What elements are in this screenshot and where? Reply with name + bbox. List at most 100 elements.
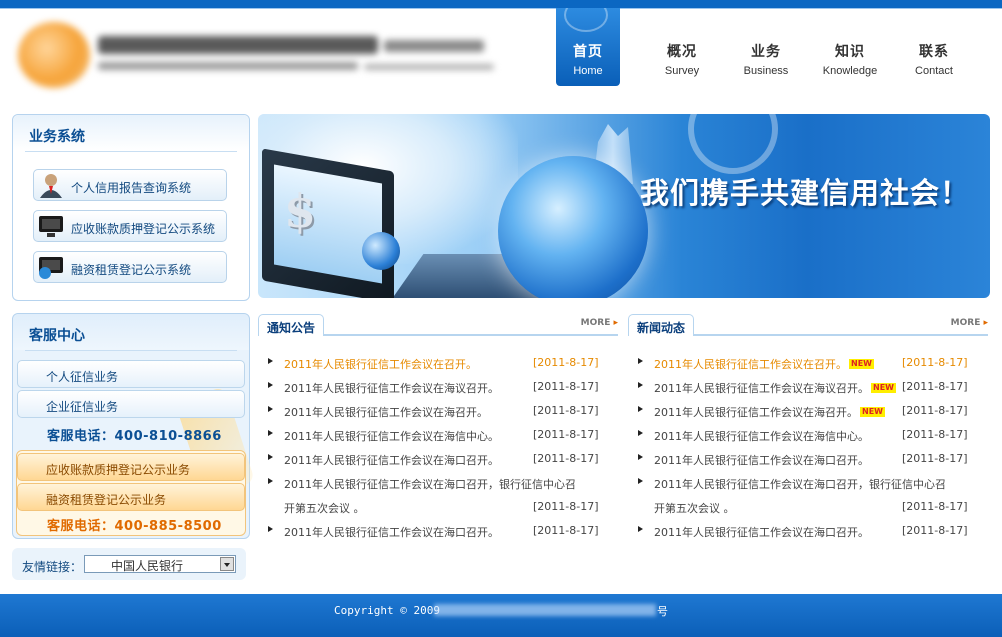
- news-title: 新闻动态: [628, 314, 695, 336]
- nav-label: 首页: [573, 44, 603, 60]
- nav-home[interactable]: 首页 Home: [556, 8, 620, 86]
- news-date: [2011-8-17]: [902, 356, 968, 369]
- notice-date: [2011-8-17]: [533, 404, 599, 417]
- nav-survey[interactable]: 概况 Survey: [640, 8, 724, 86]
- business-panel-title: 业务系统: [13, 115, 249, 151]
- svc-receivables-button[interactable]: 应收账款质押登记公示业务: [17, 453, 245, 481]
- notice-title-link[interactable]: 2011年人民银行征信工作会议在召开。: [284, 356, 477, 372]
- biz-credit-report-button[interactable]: 个人信用报告查询系统: [33, 169, 227, 201]
- bullet-icon: [268, 454, 273, 460]
- bullet-icon: [268, 478, 273, 484]
- news-date: [2011-8-17]: [902, 524, 968, 537]
- nav-knowledge[interactable]: 知识 Knowledge: [808, 8, 892, 86]
- service-panel: 客服中心 个人征信业务 企业征信业务 客服电话：400-810-8866 应收账…: [12, 313, 256, 539]
- new-badge: NEW: [849, 359, 874, 369]
- news-more-link[interactable]: MORE: [951, 318, 988, 328]
- biz-receivables-button[interactable]: 应收账款质押登记公示系统: [33, 210, 227, 242]
- blue-hotline: 客服电话：400-810-8866: [47, 429, 222, 444]
- banner-slogan: 我们携手共建信用社会！: [640, 176, 971, 210]
- news-title-link[interactable]: 2011年人民银行征信工作会议在海召开。 NEW: [654, 404, 885, 420]
- news-date: [2011-8-17]: [902, 428, 968, 441]
- bullet-icon: [268, 382, 273, 388]
- notice-title-link[interactable]: 2011年人民银行征信工作会议在海口召开。: [284, 452, 499, 468]
- notice-title-link[interactable]: 2011年人民银行征信工作会议在海口召开。: [284, 524, 499, 540]
- news-date: [2011-8-17]: [902, 404, 968, 417]
- bullet-icon: [638, 406, 643, 412]
- notice-date: [2011-8-17]: [533, 356, 599, 369]
- redacted-text: [434, 604, 656, 616]
- notice-date: [2011-8-17]: [533, 452, 599, 465]
- svc-label: 融资租赁登记公示业务: [46, 493, 167, 507]
- notice-title-link[interactable]: 2011年人民银行征信工作会议在海信中心。: [284, 428, 499, 444]
- svc-personal-credit-button[interactable]: 个人征信业务: [17, 360, 245, 388]
- bullet-icon: [638, 526, 643, 532]
- nav-label: 业务: [751, 44, 781, 60]
- friend-links-label: 友情链接：: [22, 560, 83, 574]
- bullet-icon: [638, 430, 643, 436]
- notice-more-link[interactable]: MORE: [581, 318, 618, 328]
- nav-sublabel: Business: [743, 65, 789, 77]
- site-footer: Copyright © 2009 号: [0, 594, 1002, 637]
- notice-date: [2011-8-17]: [533, 500, 599, 513]
- monitor-graphic: [262, 148, 394, 298]
- bullet-icon: [638, 478, 643, 484]
- monitor-icon: [39, 216, 63, 237]
- svc-leasing-button[interactable]: 融资租赁登记公示业务: [17, 483, 245, 511]
- nav-sublabel: Survey: [664, 65, 700, 77]
- svc-label: 个人征信业务: [46, 370, 119, 384]
- new-badge: NEW: [860, 407, 885, 417]
- nav-label: 知识: [835, 44, 865, 60]
- nav-sublabel: Home: [573, 65, 603, 77]
- bullet-icon: [268, 406, 273, 412]
- monitor-globe-icon: [39, 257, 63, 279]
- orange-hotline: 客服电话：400-885-8500: [47, 519, 222, 534]
- nav-label: 联系: [919, 44, 949, 60]
- notice-title-link-line2[interactable]: 开第五次会议 。: [284, 500, 365, 516]
- site-logo[interactable]: [14, 18, 494, 90]
- bullet-icon: [638, 382, 643, 388]
- service-panel-title: 客服中心: [13, 314, 249, 350]
- news-date: [2011-8-17]: [902, 452, 968, 465]
- news-title-link[interactable]: 2011年人民银行征信工作会议在海口召开。: [654, 524, 869, 540]
- news-title-link[interactable]: 2011年人民银行征信工作会议在海信中心。: [654, 428, 869, 444]
- nav-contact[interactable]: 联系 Contact: [892, 8, 976, 86]
- news-title-link-line2[interactable]: 开第五次会议 。: [654, 500, 735, 516]
- bullet-icon: [268, 526, 273, 532]
- top-bar: [0, 0, 1002, 8]
- news-title-link[interactable]: 2011年人民银行征信工作会议在召开。 NEW: [654, 356, 874, 372]
- notice-title-link[interactable]: 2011年人民银行征信工作会议在海议召开。: [284, 380, 499, 396]
- notice-title: 通知公告: [258, 314, 325, 336]
- notice-date: [2011-8-17]: [533, 524, 599, 537]
- main-nav: 首页 Home 概况 Survey 业务 Business 知识 Knowled…: [556, 8, 976, 86]
- bullet-icon: [268, 430, 273, 436]
- friend-links-select[interactable]: 中国人民银行: [84, 555, 236, 573]
- notice-date: [2011-8-17]: [533, 380, 599, 393]
- bullet-icon: [638, 358, 643, 364]
- chevron-down-icon[interactable]: [220, 557, 234, 571]
- select-value: 中国人民银行: [111, 559, 184, 573]
- globe-icon: [498, 156, 648, 298]
- news-title-link[interactable]: 2011年人民银行征信工作会议在海口召开，银行征信中心召: [654, 476, 946, 492]
- new-badge: NEW: [871, 383, 896, 393]
- small-globe-icon: [362, 232, 400, 270]
- nav-sublabel: Knowledge: [822, 65, 878, 77]
- notice-title-link[interactable]: 2011年人民银行征信工作会议在海口召开，银行征信中心召: [284, 476, 576, 492]
- news-date: [2011-8-17]: [902, 500, 968, 513]
- dollar-icon: $: [284, 184, 317, 238]
- bullet-icon: [638, 454, 643, 460]
- hero-banner: $ 我们携手共建信用社会！: [258, 114, 990, 298]
- copyright-text: Copyright © 2009: [334, 604, 440, 617]
- business-panel: 业务系统 个人信用报告查询系统 应收账款质押登记公示系统 融资租赁登记公示系统: [12, 114, 250, 301]
- nav-business[interactable]: 业务 Business: [724, 8, 808, 86]
- svc-label: 应收账款质押登记公示业务: [46, 463, 191, 477]
- svc-enterprise-credit-button[interactable]: 企业征信业务: [17, 390, 245, 418]
- nav-label: 概况: [667, 44, 697, 60]
- person-icon: [40, 174, 62, 198]
- bullet-icon: [268, 358, 273, 364]
- news-title-link[interactable]: 2011年人民银行征信工作会议在海口召开。: [654, 452, 869, 468]
- biz-label: 应收账款质押登记公示系统: [71, 222, 216, 236]
- biz-leasing-button[interactable]: 融资租赁登记公示系统: [33, 251, 227, 283]
- friend-links: 友情链接： 中国人民银行: [12, 548, 246, 580]
- notice-title-link[interactable]: 2011年人民银行征信工作会议在海召开。: [284, 404, 488, 420]
- news-title-link[interactable]: 2011年人民银行征信工作会议在海议召开。 NEW: [654, 380, 896, 396]
